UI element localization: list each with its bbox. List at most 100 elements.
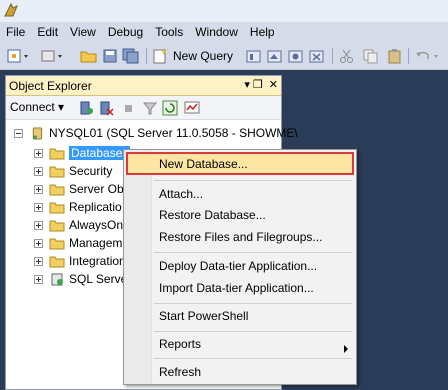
menu-separator [154, 331, 352, 332]
save-icon [103, 49, 117, 63]
xmla-query-button[interactable] [308, 47, 326, 65]
object-explorer-header: Object Explorer ▾ ❒ ✕ [6, 76, 281, 96]
menu-window[interactable]: Window [189, 22, 244, 42]
disconnect-icon[interactable] [98, 100, 114, 116]
open-folder-icon [80, 51, 97, 63]
tree-node-sql-server-agent[interactable]: SQL Serve [34, 270, 127, 288]
add-item-button[interactable] [40, 47, 66, 65]
expand-icon[interactable] [34, 220, 43, 230]
folder-icon [49, 166, 65, 177]
collapse-icon[interactable] [14, 128, 23, 138]
menu-item-start-powershell[interactable]: Start PowerShell [159, 306, 248, 326]
tree-node-management[interactable]: Managem [34, 234, 122, 252]
activity-monitor-icon[interactable] [184, 100, 200, 116]
cut-button[interactable] [338, 47, 356, 65]
add-item-icon [41, 50, 62, 62]
mdx-query-icon [267, 50, 282, 63]
expand-icon[interactable] [34, 166, 43, 176]
stop-icon[interactable] [120, 100, 136, 116]
menu-item-reports[interactable]: Reports [159, 334, 201, 354]
menu-separator [154, 252, 352, 253]
mdx-query-button[interactable] [266, 47, 284, 65]
toolbar-separator [146, 48, 147, 64]
paste-icon [388, 49, 401, 64]
expand-icon[interactable] [34, 148, 43, 158]
tree-node-replication[interactable]: Replicatio [34, 198, 122, 216]
analysis-query-button[interactable] [245, 47, 263, 65]
pin-icon[interactable]: ▾ ❒ [244, 78, 262, 91]
new-query-button[interactable]: New Query [152, 47, 233, 65]
tree-node-label: Replicatio [69, 200, 122, 214]
tree-node-server[interactable]: NYSQL01 (SQL Server 11.0.5058 - SHOWME\ [14, 124, 298, 142]
menu-item-refresh[interactable]: Refresh [159, 362, 201, 382]
scissors-icon [340, 49, 353, 63]
refresh-icon[interactable] [162, 100, 178, 116]
tree-node-integration[interactable]: Integration [34, 252, 126, 270]
menu-edit[interactable]: Edit [31, 22, 64, 42]
menu-item-restore-database[interactable]: Restore Database... [159, 205, 266, 225]
menu-item-new-database[interactable]: New Database... [159, 154, 248, 174]
submenu-arrow-icon [344, 345, 348, 353]
undo-button[interactable] [414, 47, 444, 65]
filter-icon[interactable] [142, 100, 158, 116]
dmx-query-button[interactable] [287, 47, 305, 65]
folder-icon [49, 202, 65, 213]
menu-separator [154, 180, 352, 181]
new-project-icon [7, 49, 28, 63]
context-menu-gutter [124, 150, 152, 384]
new-query-label: New Query [173, 49, 234, 63]
tree-node-label: Integration [69, 254, 126, 268]
expand-icon[interactable] [34, 256, 43, 266]
folder-icon [49, 220, 65, 231]
expand-icon[interactable] [34, 184, 43, 194]
open-file-button[interactable] [80, 47, 98, 65]
menu-file[interactable]: File [0, 22, 31, 42]
connect-dropdown[interactable]: Connect ▾ [10, 100, 64, 114]
expand-icon[interactable] [34, 238, 43, 248]
menu-view[interactable]: View [64, 22, 102, 42]
copy-button[interactable] [362, 47, 380, 65]
menu-help[interactable]: Help [244, 22, 281, 42]
menu-item-restore-files[interactable]: Restore Files and Filegroups... [159, 227, 322, 247]
object-explorer-title: Object Explorer [9, 78, 92, 93]
menu-tools[interactable]: Tools [149, 22, 189, 42]
menu-item-attach[interactable]: Attach... [159, 184, 203, 204]
menu-item-import-data-tier[interactable]: Import Data-tier Application... [159, 278, 314, 298]
copy-icon [363, 49, 378, 64]
tree-node-alwayson[interactable]: AlwaysOn [34, 216, 123, 234]
sql-agent-icon [51, 273, 63, 285]
tree-node-label: Managem [69, 236, 123, 250]
toolbar-separator [332, 48, 333, 64]
ssms-app-icon [4, 2, 18, 17]
expand-icon[interactable] [34, 274, 43, 284]
folder-icon [49, 148, 65, 159]
folder-icon [49, 256, 65, 267]
tree-node-security[interactable]: Security [34, 162, 112, 180]
object-explorer-window-controls: ▾ ❒ ✕ [244, 78, 278, 91]
xmla-query-icon [309, 50, 324, 63]
menu-debug[interactable]: Debug [102, 22, 149, 42]
menu-item-deploy-data-tier[interactable]: Deploy Data-tier Application... [159, 256, 317, 276]
toolbar-separator [408, 48, 409, 64]
new-project-button[interactable] [6, 47, 32, 65]
object-explorer-toolbar: Connect ▾ [6, 96, 281, 120]
folder-icon [49, 238, 65, 249]
connect-server-icon[interactable] [78, 100, 94, 116]
close-icon[interactable]: ✕ [269, 78, 278, 91]
title-bar [0, 0, 448, 22]
save-all-icon [122, 48, 139, 64]
tree-node-label: Security [69, 164, 113, 178]
new-query-icon [153, 49, 167, 64]
analysis-query-icon [246, 50, 261, 63]
paste-button[interactable] [386, 47, 404, 65]
save-button[interactable] [102, 47, 118, 65]
expand-icon[interactable] [34, 202, 43, 212]
tree-node-label: SQL Serve [69, 272, 128, 286]
dmx-query-icon [288, 50, 303, 63]
tree-node-server-objects[interactable]: Server Obj [34, 180, 126, 198]
menu-bar: File Edit View Debug Tools Window Help [0, 22, 448, 42]
tree-node-databases[interactable]: Databases [34, 144, 131, 162]
databases-context-menu: New Database... Attach... Restore Databa… [123, 149, 357, 385]
tree-node-label: Server Obj [69, 182, 127, 196]
save-all-button[interactable] [122, 47, 140, 65]
